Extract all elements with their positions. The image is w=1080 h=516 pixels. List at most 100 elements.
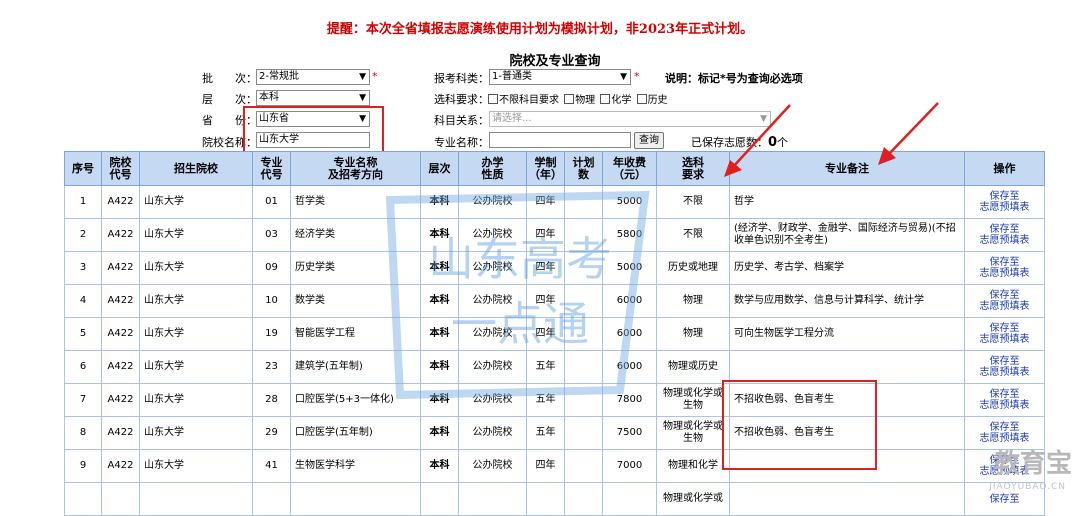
cell-code: A422 <box>101 185 140 219</box>
cell-code <box>101 482 140 516</box>
cell-school <box>139 482 253 516</box>
cell-years: 四年 <box>526 185 565 219</box>
cell-major: 智能医学工程 <box>290 317 421 351</box>
table-row: 4 A422 山东大学 10 数学类 本科 公办院校 四年 6000 物理 数学与应用数学、信息与计… <box>64 284 1045 318</box>
cell-no: 6 <box>64 350 102 384</box>
save-to-form-link[interactable]: 保存至 志愿预填表 <box>964 251 1045 285</box>
checkbox-history[interactable] <box>636 94 647 104</box>
cell-mcode: 09 <box>252 251 291 285</box>
cell-mcode <box>252 482 291 516</box>
level-select-value: 本科 <box>259 92 279 103</box>
cell-level: 本科 <box>420 383 459 417</box>
subject-relation-label: 科目关系： <box>434 114 489 127</box>
cell-mcode: 19 <box>252 317 291 351</box>
cell-fee: 6000 <box>602 350 657 384</box>
chevron-down-icon: ▼ <box>359 93 366 103</box>
subject-category-value: 1-普通类 <box>492 71 532 82</box>
cell-note: (经济学、财政学、金融学、国际经济与贸易)(不招收单色识别不全考生) <box>729 218 965 252</box>
save-to-form-link[interactable]: 保存至 志愿预填表 <box>964 218 1045 252</box>
table-header-col-years: 学制 （年） <box>526 151 565 186</box>
cell-fee: 6000 <box>602 284 657 318</box>
cell-plan <box>564 350 603 384</box>
chevron-down-icon: ▼ <box>760 114 767 124</box>
highlight-box-province <box>243 106 384 156</box>
cell-fee: 7800 <box>602 383 657 417</box>
table-row: 7 A422 山东大学 28 口腔医学(5+3一体化) 本科 公办院校 五年 7800 物理或化学… <box>64 383 1045 417</box>
save-to-form-link[interactable]: 保存至 志愿预填表 <box>964 350 1045 384</box>
cell-plan <box>564 218 603 252</box>
major-name-label: 专业名称： <box>434 136 489 149</box>
table-header-col-action: 操作 <box>964 151 1045 186</box>
cell-note: 可向生物医学工程分流 <box>729 317 965 351</box>
cell-years: 四年 <box>526 284 565 318</box>
batch-label: 批 次： <box>202 72 257 85</box>
major-name-input[interactable] <box>489 132 631 148</box>
query-button[interactable]: 查询 <box>634 132 664 149</box>
cell-note: 历史学、考古学、档案学 <box>729 251 965 285</box>
cell-no: 2 <box>64 218 102 252</box>
cell-no: 8 <box>64 416 102 450</box>
cell-plan <box>564 449 603 483</box>
cell-note <box>729 350 965 384</box>
cell-req: 不限 <box>656 218 730 252</box>
cell-fee: 6000 <box>602 317 657 351</box>
cell-plan <box>564 185 603 219</box>
batch-select[interactable]: 2-常规批 ▼ <box>256 69 370 85</box>
subject-relation-placeholder: 请选择... <box>492 113 532 124</box>
saved-label: 已保存志愿数： <box>691 136 768 149</box>
save-to-form-link[interactable]: 保存至 志愿预填表 <box>964 383 1045 417</box>
cell-plan <box>564 284 603 318</box>
cell-plan <box>564 416 603 450</box>
table-header-col-fee: 年收费 （元） <box>602 151 657 186</box>
save-to-form-link[interactable]: 保存至 志愿预填表 <box>964 317 1045 351</box>
cell-years: 四年 <box>526 449 565 483</box>
cell-fee: 5800 <box>602 218 657 252</box>
table-header-col-major: 专业名称 及招考方向 <box>290 151 421 186</box>
cell-major: 口腔医学(五年制) <box>290 416 421 450</box>
cell-fee: 7000 <box>602 449 657 483</box>
cell-mcode: 10 <box>252 284 291 318</box>
table-row: 8 A422 山东大学 29 口腔医学(五年制) 本科 公办院校 五年 7500 物理或化学或 生物… <box>64 416 1045 450</box>
corner-logo: 教育宝 <box>993 449 1072 479</box>
cell-level: 本科 <box>420 350 459 384</box>
save-to-form-link[interactable]: 保存至 志愿预填表 <box>964 284 1045 318</box>
cell-req: 物理或化学或 生物 <box>656 383 730 417</box>
cell-note: 哲学 <box>729 185 965 219</box>
cell-fee: 7500 <box>602 416 657 450</box>
level-select[interactable]: 本科 ▼ <box>256 90 370 106</box>
table-header-col-no: 序号 <box>64 151 102 186</box>
cell-code: A422 <box>101 383 140 417</box>
checkbox-physics[interactable] <box>564 94 575 104</box>
cell-major: 哲学类 <box>290 185 421 219</box>
cell-note <box>729 482 965 516</box>
cell-req: 不限 <box>656 185 730 219</box>
cell-code: A422 <box>101 416 140 450</box>
cell-code: A422 <box>101 218 140 252</box>
cell-level: 本科 <box>420 416 459 450</box>
cell-code: A422 <box>101 449 140 483</box>
checkbox-chemistry[interactable] <box>600 94 611 104</box>
cell-major <box>290 482 421 516</box>
table-header-col-school-code: 院校 代号 <box>101 151 140 186</box>
notice-banner: 提醒：本次全省填报志愿演练使用计划为模拟计划，非2023年正式计划。 <box>326 22 754 37</box>
cell-major: 口腔医学(5+3一体化) <box>290 383 421 417</box>
table-header-col-plan: 计划数 <box>564 151 603 186</box>
cell-type: 公办院校 <box>458 284 527 318</box>
cell-note: 数学与应用数学、信息与计算科学、统计学 <box>729 284 965 318</box>
cell-mcode: 03 <box>252 218 291 252</box>
save-to-form-link[interactable]: 保存至 志愿预填表 <box>964 185 1045 219</box>
required-mark: * <box>634 70 640 83</box>
table-header-col-school: 招生院校 <box>139 151 253 186</box>
cell-no: 1 <box>64 185 102 219</box>
required-mark: * <box>372 70 378 83</box>
cell-code: A422 <box>101 350 140 384</box>
cell-major: 建筑学(五年制) <box>290 350 421 384</box>
subject-category-select[interactable]: 1-普通类 ▼ <box>489 69 631 85</box>
batch-select-value: 2-常规批 <box>259 71 299 82</box>
chevron-down-icon: ▼ <box>620 72 627 82</box>
required-note: 说明：标记*号为查询必选项 <box>665 72 803 85</box>
checkbox-no-requirement[interactable] <box>488 94 498 104</box>
cell-level <box>420 482 459 516</box>
subject-relation-select[interactable]: 请选择... ▼ <box>489 111 771 127</box>
cell-req: 物理或化学或 生物 <box>656 416 730 450</box>
